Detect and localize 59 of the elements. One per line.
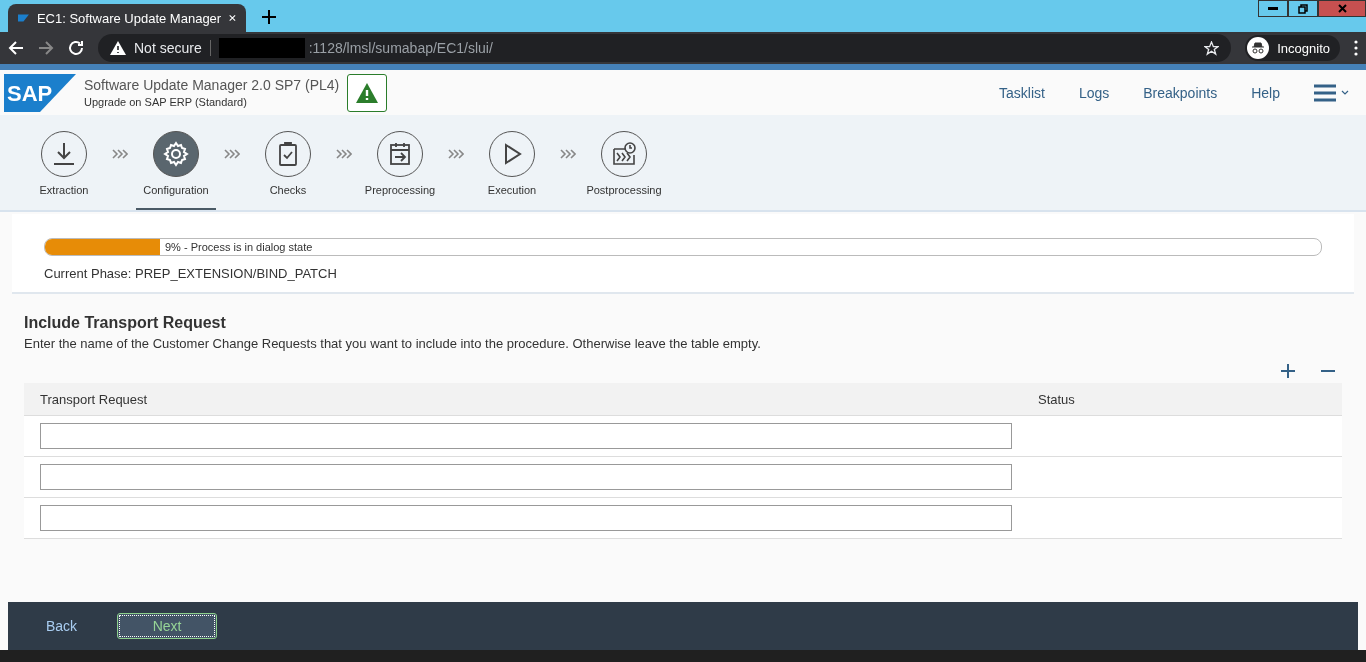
back-arrow-icon[interactable] [8,40,24,56]
progress-text: 9% - Process is in dialog state [165,241,313,253]
sap-favicon-icon [18,13,29,23]
close-icon [1337,4,1347,13]
process-step[interactable]: Preprocessing [360,115,440,210]
back-button[interactable]: Back [46,618,78,634]
sap-logo: SAP [4,73,76,112]
url-text: :1128/lmsl/sumabap/EC1/slui/ [308,40,493,56]
section-title: Include Transport Request [24,314,227,332]
plus-icon [1280,363,1296,379]
minimize-icon [1268,7,1278,10]
input-field[interactable] [40,505,1012,531]
chevrons-icon [224,149,240,159]
tab-title: EC1: Software Update Manager [36,10,222,26]
close-window-button[interactable] [1318,0,1366,17]
app-title: Software Update Manager 2.0 SP7 (PL4) [84,77,340,93]
restore-button[interactable] [1288,0,1318,17]
incognito-button[interactable]: Incognito [1245,35,1340,61]
process-step[interactable]: Configuration [136,115,216,210]
incognito-icon [1247,37,1270,59]
chevrons-clock-icon [611,141,637,167]
nav-link[interactable]: Logs [1078,84,1110,101]
chevrons-icon [448,149,464,159]
chevrons-icon [112,149,128,159]
chevrons-icon [336,149,352,159]
minus-icon [1320,370,1336,372]
gear-icon [163,141,189,167]
process-step[interactable]: Postprocessing [584,115,664,210]
forward-arrow-icon[interactable] [38,40,54,56]
section-description: Enter the name of the Customer Change Requests that you want to include into the procedure. Otherwise leave the table empty. [24,336,762,351]
close-icon[interactable] [229,13,236,23]
process-step[interactable]: Execution [472,115,552,210]
download-icon [51,141,77,167]
reload-icon[interactable] [68,40,84,56]
process-step[interactable]: Extraction [24,115,104,210]
nav-link[interactable]: Tasklist [999,84,1045,101]
warning-icon [110,41,126,55]
input-field[interactable] [40,464,1012,490]
chevrons-icon [560,149,576,159]
security-label: Not secure [134,40,202,56]
nav-link[interactable]: Breakpoints [1143,84,1218,101]
process-step[interactable]: Checks [248,115,328,210]
nav-link[interactable]: Help [1251,84,1280,101]
address-bar[interactable]: Not secure :1128/lmsl/sumabap/EC1/slui/ [98,34,1232,62]
browser-tab[interactable]: EC1: Software Update Manager [8,4,246,32]
input-field[interactable] [40,423,1012,449]
menu-icon[interactable] [1314,83,1350,102]
more-menu-icon[interactable] [1354,40,1358,56]
star-icon[interactable] [1204,40,1220,56]
warning-button[interactable] [347,73,388,112]
next-button[interactable]: Next [117,613,218,639]
restore-icon [1298,3,1308,14]
current-phase: Current Phase: PREP_EXTENSION/BIND_PATCH [44,266,338,281]
new-tab-icon[interactable] [262,10,276,24]
warning-icon [356,82,379,103]
app-subtitle: Upgrade on SAP ERP (Standard) [84,96,248,108]
column-header: Status [1037,391,1076,407]
column-header: Transport Request [39,391,149,407]
minimize-button[interactable] [1258,0,1288,17]
